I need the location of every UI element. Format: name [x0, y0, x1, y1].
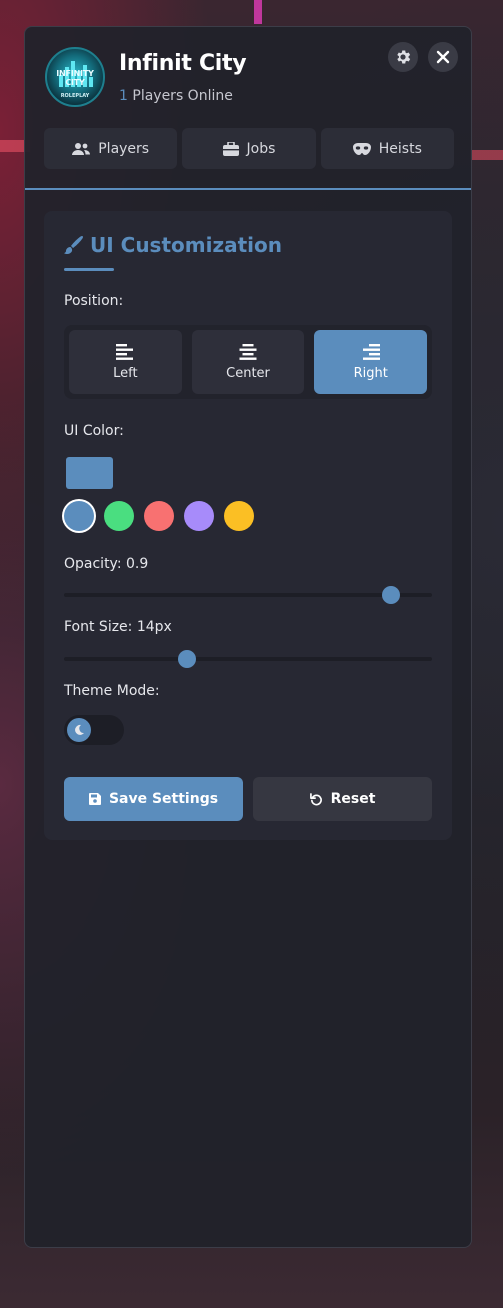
color-swatch-red[interactable] — [144, 501, 174, 531]
title-underline — [64, 268, 114, 271]
font-size-label: Font Size: 14px — [64, 619, 172, 635]
action-buttons: Save Settings Reset — [64, 777, 432, 821]
reset-label: Reset — [330, 791, 376, 807]
opacity-slider[interactable] — [64, 586, 432, 604]
position-center-button[interactable]: Center — [191, 330, 305, 394]
color-swatch-blue[interactable] — [64, 501, 94, 531]
tab-label: Players — [98, 140, 150, 157]
close-button[interactable] — [428, 42, 458, 72]
save-label: Save Settings — [108, 791, 219, 807]
server-logo: INFINITY CITY ROLEPLAY — [45, 47, 105, 107]
color-swatch-purple[interactable] — [184, 501, 214, 531]
position-right-button[interactable]: Right — [314, 330, 428, 394]
position-label-text: Right — [353, 365, 388, 381]
close-icon — [436, 50, 450, 64]
logo-text: INFINITY CITY — [56, 69, 94, 87]
menu-panel: INFINITY CITY ROLEPLAY Infinit City 1 Pl… — [24, 26, 472, 1248]
panel-header: INFINITY CITY ROLEPLAY Infinit City 1 Pl… — [25, 27, 471, 127]
mask-icon — [352, 142, 371, 155]
reset-button[interactable]: Reset — [253, 777, 432, 821]
settings-button[interactable] — [388, 42, 418, 72]
section-title-text: UI Customization — [90, 233, 282, 257]
tab-label: Jobs — [246, 140, 276, 157]
header-divider — [25, 188, 471, 190]
color-swatches — [64, 501, 254, 531]
logo-subtext: ROLEPLAY — [60, 93, 90, 99]
font-size-slider-thumb[interactable] — [177, 650, 196, 668]
theme-label: Theme Mode: — [64, 683, 160, 699]
tab-players[interactable]: Players — [44, 128, 178, 169]
save-settings-button[interactable]: Save Settings — [64, 777, 243, 821]
background-light — [470, 150, 503, 160]
players-online: 1 Players Online — [119, 88, 233, 104]
players-online-count: 1 — [119, 88, 128, 104]
position-label-text: Center — [226, 365, 270, 381]
theme-toggle[interactable] — [64, 715, 124, 745]
opacity-slider-thumb[interactable] — [382, 586, 401, 604]
tab-heists[interactable]: Heists — [320, 128, 454, 169]
undo-icon — [309, 792, 322, 805]
toggle-knob — [67, 718, 91, 742]
server-title: Infinit City — [119, 51, 247, 76]
background-neon — [254, 0, 262, 24]
tab-jobs[interactable]: Jobs — [182, 128, 316, 169]
position-left-button[interactable]: Left — [69, 330, 182, 394]
align-left-icon — [116, 343, 134, 360]
section-title: UI Customization — [64, 233, 282, 257]
main-tabs: Players Jobs Heists — [44, 128, 454, 169]
paintbrush-icon — [64, 236, 83, 255]
players-online-label: Players Online — [132, 88, 233, 104]
position-selector: Left Center Right — [64, 325, 432, 399]
opacity-label: Opacity: 0.9 — [64, 556, 149, 572]
save-icon — [88, 793, 101, 805]
customization-card: UI Customization Position: Left Center R… — [44, 211, 452, 840]
users-icon — [72, 142, 91, 155]
align-right-icon — [362, 343, 380, 360]
position-label-text: Left — [113, 365, 138, 381]
align-center-icon — [239, 343, 257, 360]
color-swatch-yellow[interactable] — [224, 501, 254, 531]
position-label: Position: — [64, 293, 124, 309]
moon-icon — [75, 724, 84, 735]
color-label: UI Color: — [64, 423, 124, 439]
font-size-slider[interactable] — [64, 650, 432, 668]
briefcase-icon — [222, 141, 239, 156]
gear-icon — [397, 50, 411, 64]
tab-label: Heists — [378, 140, 422, 157]
color-swatch-green[interactable] — [104, 501, 134, 531]
color-picker[interactable] — [66, 457, 113, 489]
